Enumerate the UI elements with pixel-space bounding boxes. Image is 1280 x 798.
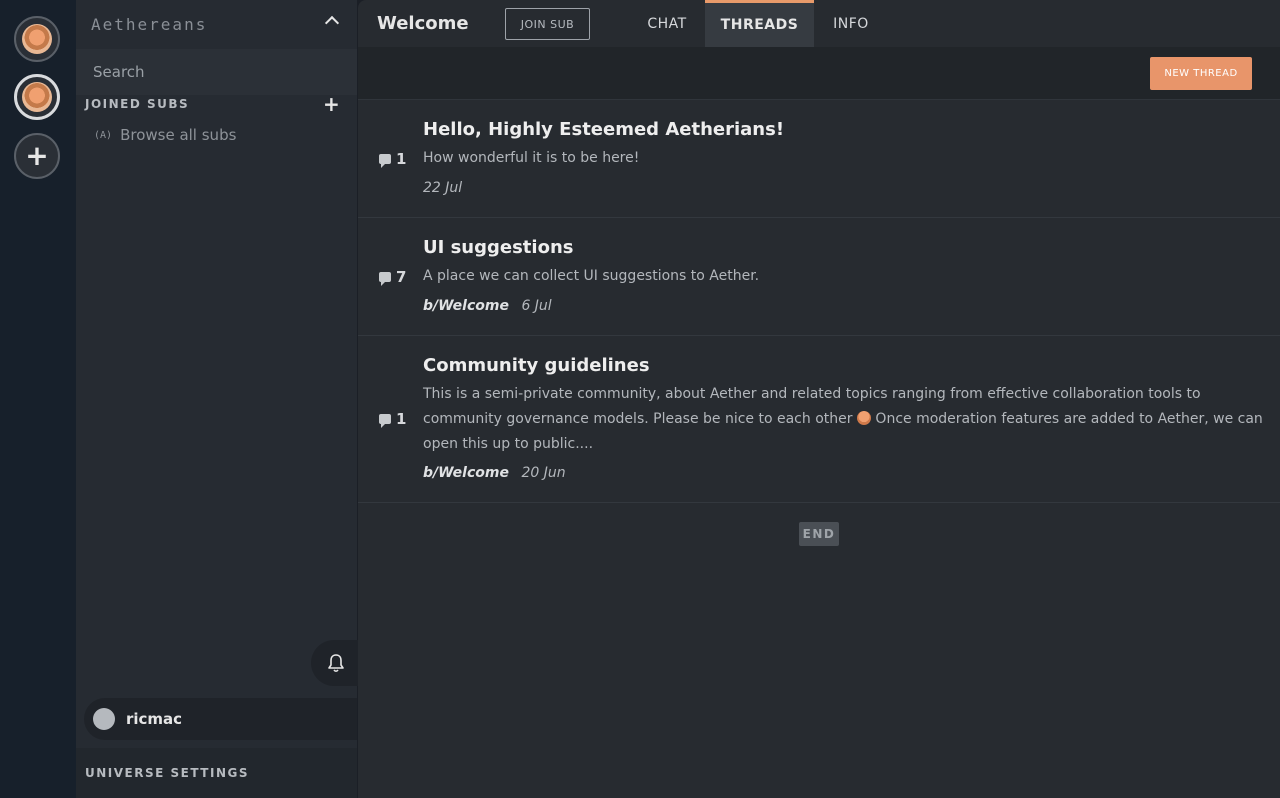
end-of-list-badge: END [799, 522, 839, 546]
server-rail: + [0, 0, 76, 798]
thread-title[interactable]: Community guidelines [423, 355, 650, 376]
server-logo-icon [22, 82, 52, 112]
browse-all-subs-link[interactable]: (A) Browse all subs [94, 126, 236, 144]
thread-body: This is a semi-private community, about … [423, 382, 1268, 457]
add-sub-button[interactable]: + [323, 92, 340, 116]
comment-icon [379, 414, 391, 428]
search-placeholder: Search [93, 63, 145, 81]
comment-icon [379, 154, 391, 168]
plus-icon: + [25, 139, 49, 172]
smile-emoji-icon [856, 411, 871, 425]
thread-sub-link[interactable]: b/Welcome [423, 298, 509, 314]
thread-sub-link[interactable]: b/Welcome [423, 465, 509, 481]
comment-count: 1 [379, 410, 406, 428]
bell-icon [328, 654, 344, 673]
comment-count-value: 1 [396, 150, 407, 168]
username: ricmac [126, 710, 183, 728]
server-logo-icon [22, 24, 52, 54]
thread-date: 22 Jul [423, 180, 463, 196]
universe-settings-label: UNIVERSE SETTINGS [85, 766, 249, 780]
new-thread-button[interactable]: NEW THREAD [1150, 57, 1252, 90]
main-panel: Welcome JOIN SUB CHAT THREADS INFO NEW T… [358, 0, 1280, 798]
thread-date: 6 Jul [521, 298, 552, 314]
thread-body: A place we can collect UI suggestions to… [423, 268, 760, 284]
search-input[interactable]: Search [76, 49, 357, 95]
thread-meta: 22 Jul [423, 180, 462, 196]
sidebar-header[interactable]: Aethereans [76, 0, 357, 49]
notifications-button[interactable] [311, 640, 361, 686]
top-bar: Welcome JOIN SUB CHAT THREADS INFO [358, 0, 1280, 47]
thread-date: 20 Jun [521, 465, 566, 481]
tab-threads[interactable]: THREADS [705, 0, 814, 47]
sidebar: Aethereans Search JOINED SUBS + (A) Brow… [76, 0, 361, 798]
comment-icon [379, 272, 391, 286]
thread-item[interactable]: 1 Hello, Highly Esteemed Aetherians! How… [358, 100, 1280, 218]
tab-info[interactable]: INFO [814, 0, 888, 47]
universe-settings-button[interactable]: UNIVERSE SETTINGS [76, 748, 357, 798]
thread-meta: b/Welcome 6 Jul [423, 298, 552, 314]
comment-count: 1 [379, 150, 406, 168]
avatar [93, 708, 115, 730]
server-icon-aethereans-selected[interactable] [14, 74, 60, 120]
current-user[interactable]: ricmac [84, 698, 357, 740]
thread-title[interactable]: UI suggestions [423, 237, 573, 258]
comment-count: 7 [379, 268, 406, 286]
threads-toolbar: NEW THREAD [358, 47, 1280, 100]
chevron-up-icon[interactable] [324, 15, 340, 31]
browse-all-subs-label: Browse all subs [120, 126, 237, 144]
broadcast-icon: (A) [94, 129, 113, 141]
comment-count-value: 7 [396, 268, 407, 286]
joined-subs-heading: JOINED SUBS [85, 97, 190, 111]
thread-item[interactable]: 1 Community guidelines This is a semi-pr… [358, 336, 1280, 503]
thread-body: How wonderful it is to be here! [423, 150, 640, 166]
thread-item[interactable]: 7 UI suggestions A place we can collect … [358, 218, 1280, 336]
community-title: Aethereans [91, 15, 208, 34]
thread-meta: b/Welcome 20 Jun [423, 465, 566, 481]
tab-chat[interactable]: CHAT [628, 0, 706, 47]
server-icon-aethereans[interactable] [14, 16, 60, 62]
page-title: Welcome [377, 13, 469, 34]
comment-count-value: 1 [396, 410, 407, 428]
join-sub-button[interactable]: JOIN SUB [505, 8, 590, 40]
add-server-button[interactable]: + [14, 133, 60, 179]
thread-title[interactable]: Hello, Highly Esteemed Aetherians! [423, 119, 784, 140]
